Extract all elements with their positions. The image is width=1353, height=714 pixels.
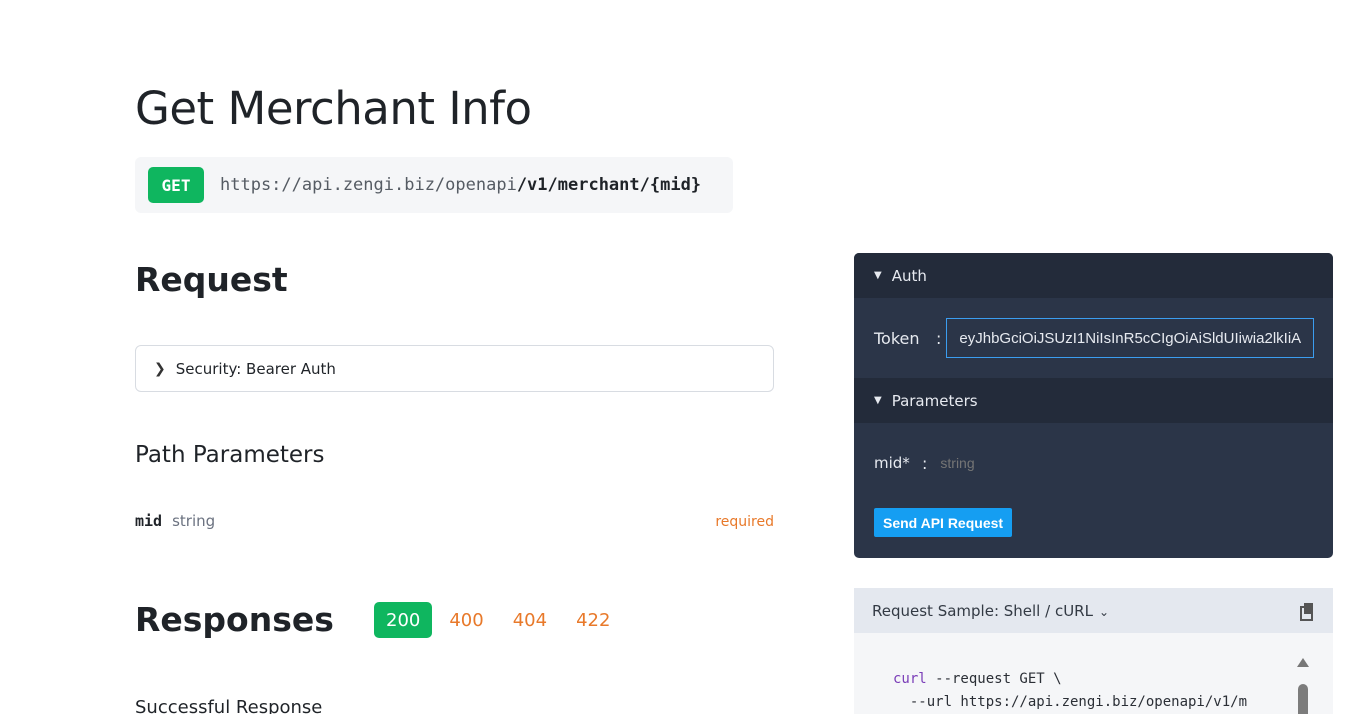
- token-label: Token: [874, 328, 920, 348]
- auth-header[interactable]: ▼ Auth: [854, 253, 1333, 298]
- chevron-down-icon: ⌄: [1098, 604, 1110, 619]
- status-tab-404[interactable]: 404: [501, 602, 559, 638]
- caret-down-icon: ▼: [874, 270, 882, 281]
- param-required: required: [715, 514, 774, 530]
- scroll-up-arrow-icon[interactable]: [1297, 658, 1309, 667]
- status-tabs: 200 400 404 422: [374, 602, 627, 638]
- response-description: Successful Response: [135, 697, 323, 714]
- code-sample: curl --request GET \ --url https://api.z…: [854, 633, 1333, 714]
- copy-icon[interactable]: [1299, 602, 1315, 621]
- security-label: Security: Bearer Auth: [175, 359, 336, 378]
- parameters-label: Parameters: [891, 391, 978, 410]
- request-title: Request: [135, 260, 288, 299]
- method-badge: GET: [148, 167, 204, 203]
- status-tab-200[interactable]: 200: [374, 602, 433, 638]
- send-api-request-button[interactable]: Send API Request: [874, 508, 1013, 537]
- responses-title: Responses: [135, 600, 334, 639]
- status-tab-422[interactable]: 422: [564, 602, 622, 638]
- param-row: mid string required: [135, 512, 774, 530]
- auth-label: Auth: [891, 266, 927, 285]
- mid-input[interactable]: [940, 455, 1141, 471]
- token-colon: :: [936, 328, 942, 348]
- param-type: string: [172, 512, 216, 530]
- code-line-2: --url https://api.zengi.biz/openapi/v1/m: [893, 694, 1248, 710]
- endpoint-path: /v1/merchant/{mid}: [516, 175, 702, 195]
- mid-colon: :: [922, 453, 928, 473]
- page-title: Get Merchant Info: [135, 82, 532, 135]
- path-parameters-title: Path Parameters: [135, 442, 325, 468]
- param-name: mid: [135, 512, 163, 530]
- sample-header: Request Sample: Shell / cURL ⌄: [854, 588, 1333, 633]
- token-input[interactable]: [946, 318, 1315, 358]
- mid-row: mid* :: [854, 423, 1333, 503]
- sample-language-dropdown[interactable]: Request Sample: Shell / cURL ⌄: [872, 602, 1109, 620]
- code-keyword: curl: [893, 671, 927, 687]
- sample-header-label: Request Sample: Shell / cURL: [872, 601, 1093, 620]
- code-scrollbar[interactable]: [1295, 658, 1309, 714]
- status-tab-400[interactable]: 400: [437, 602, 495, 638]
- token-row: Token :: [854, 298, 1333, 378]
- endpoint-base-url: https://api.zengi.biz/openapi: [220, 175, 517, 195]
- chevron-right-icon: ❯: [154, 360, 166, 377]
- caret-down-icon: ▼: [874, 395, 882, 406]
- security-toggle[interactable]: ❯ Security: Bearer Auth: [135, 345, 774, 392]
- parameters-header[interactable]: ▼ Parameters: [854, 378, 1333, 423]
- endpoint-url: https://api.zengi.biz/openapi/v1/merchan…: [220, 175, 701, 195]
- code-line-1: --request GET \: [926, 671, 1062, 687]
- try-it-panel: ▼ Auth Token : ▼ Parameters mid* : Send …: [854, 253, 1333, 558]
- request-sample-panel: Request Sample: Shell / cURL ⌄ curl --req…: [854, 588, 1333, 714]
- endpoint-bar: GET https://api.zengi.biz/openapi/v1/mer…: [135, 157, 733, 213]
- scroll-thumb[interactable]: [1298, 684, 1308, 714]
- mid-label: mid*: [874, 454, 910, 472]
